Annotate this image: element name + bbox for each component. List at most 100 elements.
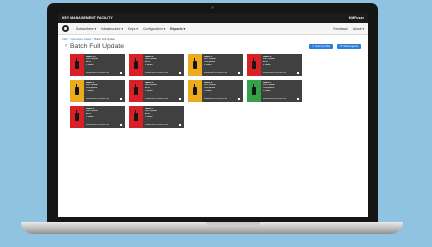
card-footer: 09/04/2018 10:18:41 PM <box>86 71 123 75</box>
radio-icon <box>75 58 79 69</box>
unit-card[interactable]: Radio 6 Full Update Error 1 failed 09/04/201… <box>70 106 125 128</box>
unit-detail: 1 failed <box>263 89 271 92</box>
status-indicator <box>188 80 202 102</box>
unit-card[interactable]: Radio 1 Full Update Completed 1 failed 09/04… <box>188 54 243 76</box>
radio-icon <box>193 58 197 69</box>
user-name[interactable]: KMFuser <box>349 16 364 20</box>
header-actions: ⚲View by Units ☰Show Agents <box>305 43 361 49</box>
breadcrumb-current: Batch Full Update <box>94 37 116 41</box>
card-footer: 09/04/2018 10:18:41 PM <box>145 123 182 127</box>
status-indicator <box>247 54 261 76</box>
nav-reports[interactable]: Reports ▾ <box>170 27 185 31</box>
details-icon[interactable] <box>296 71 300 75</box>
unit-card[interactable]: Radio 4 Full Update Completed 1 failed 09/04… <box>70 80 125 102</box>
radio-icon <box>193 84 197 95</box>
radio-icon <box>252 58 256 69</box>
show-agents-button[interactable]: ☰Show Agents <box>337 43 361 49</box>
nav-configuration[interactable]: Configuration ▾ <box>143 27 165 31</box>
status-indicator <box>129 54 143 76</box>
card-footer: 09/04/2018 10:18:41 PM <box>86 123 123 127</box>
unit-card[interactable]: Radio 8 Full Update Error 1 failed 09/04/201… <box>247 54 302 76</box>
app-screen: KEY MANAGEMENT FACILITY KMFuser Subscrib… <box>58 13 368 217</box>
radio-icon <box>134 58 138 69</box>
unit-detail: 1 failed <box>204 63 212 66</box>
details-icon[interactable] <box>178 123 182 127</box>
card-body: Radio 4 Full Update Completed 1 failed 09/04… <box>84 80 125 102</box>
unit-card-grid: Radio 15 Full Update Error 1 failed 09/04/20… <box>58 51 368 128</box>
card-body: Radio 3 Full Update Error 1 failed 09/04/201… <box>143 80 184 102</box>
nav-subscribers[interactable]: Subscribers ▾ <box>76 27 96 31</box>
card-body: Radio 2 Full Update Completed 1 failed 09/04… <box>202 80 243 102</box>
laptop-notch <box>206 222 260 225</box>
radio-icon <box>75 84 79 95</box>
radio-icon <box>134 84 138 95</box>
search-icon: ⚲ <box>312 44 315 48</box>
status-indicator <box>247 80 261 102</box>
radio-icon <box>252 84 256 95</box>
card-body: Radio 5 Full Update Completed 1 failed 09/04… <box>261 80 302 102</box>
radio-icon <box>134 110 138 121</box>
page-title: Batch Full Update <box>70 42 125 50</box>
card-body: Radio 8 Full Update Error 1 failed 09/04/201… <box>261 54 302 76</box>
card-footer: 09/04/2018 10:18:41 PM <box>86 97 123 101</box>
details-icon[interactable] <box>178 97 182 101</box>
page-header: ‹ Batch Full Update ⚲View by Units ☰Show… <box>58 41 368 51</box>
unit-date: 09/04/2018 10:18:41 PM <box>86 71 109 74</box>
status-indicator <box>70 106 84 128</box>
details-icon[interactable] <box>237 71 241 75</box>
app-title: KEY MANAGEMENT FACILITY <box>62 16 113 20</box>
unit-date: 09/04/2018 10:18:41 PM <box>145 97 168 100</box>
view-by-units-button[interactable]: ⚲View by Units <box>309 43 334 49</box>
unit-detail: 1 failed <box>86 89 94 92</box>
card-footer: 09/04/2018 10:18:41 PM <box>204 97 241 101</box>
unit-detail: 1 failed <box>145 115 153 118</box>
breadcrumb-separator: / <box>92 37 94 41</box>
back-arrow-icon[interactable]: ‹ <box>65 43 67 49</box>
unit-detail: 1 failed <box>263 63 271 66</box>
status-indicator <box>129 106 143 128</box>
details-icon[interactable] <box>237 97 241 101</box>
details-icon[interactable] <box>119 71 123 75</box>
card-footer: 09/04/2018 10:18:41 PM <box>145 71 182 75</box>
details-icon[interactable] <box>296 97 300 101</box>
unit-card[interactable]: Radio 15 Full Update Error 1 failed 09/04/20… <box>70 54 125 76</box>
unit-date: 09/04/2018 10:18:41 PM <box>86 123 109 126</box>
breadcrumb-operations-status[interactable]: Operations Status <box>71 38 92 41</box>
unit-detail: 1 failed <box>145 63 153 66</box>
unit-date: 09/04/2018 10:18:41 PM <box>145 123 168 126</box>
unit-detail: 1 failed <box>145 89 153 92</box>
details-icon[interactable] <box>119 123 123 127</box>
unit-card[interactable]: Radio 9 Full Update Error 1 failed 09/04/201… <box>129 54 184 76</box>
breadcrumb-kmf[interactable]: KMF <box>62 38 67 41</box>
unit-detail: 1 failed <box>86 63 94 66</box>
unit-card[interactable]: Radio 5 Full Update Completed 1 failed 09/04… <box>247 80 302 102</box>
details-icon[interactable] <box>119 97 123 101</box>
details-icon[interactable] <box>178 71 182 75</box>
card-body: Radio 7 Full Update Error 1 failed 09/04/201… <box>143 106 184 128</box>
unit-date: 09/04/2018 10:18:41 PM <box>204 97 227 100</box>
status-indicator <box>129 80 143 102</box>
unit-card[interactable]: Radio 7 Full Update Error 1 failed 09/04/201… <box>129 106 184 128</box>
unit-date: 09/04/2018 10:18:41 PM <box>145 71 168 74</box>
unit-card[interactable]: Radio 3 Full Update Error 1 failed 09/04/201… <box>129 80 184 102</box>
logo-icon[interactable] <box>62 25 69 32</box>
nav-keys[interactable]: Keys ▾ <box>128 27 138 31</box>
nav-right: Feedback About ▾ <box>328 27 364 31</box>
card-body: Radio 6 Full Update Error 1 failed 09/04/201… <box>84 106 125 128</box>
nav-about[interactable]: About ▾ <box>353 27 364 31</box>
unit-card[interactable]: Radio 2 Full Update Completed 1 failed 09/04… <box>188 80 243 102</box>
status-indicator <box>70 80 84 102</box>
laptop-base <box>21 222 403 234</box>
unit-date: 09/04/2018 10:18:41 PM <box>263 97 286 100</box>
card-body: Radio 1 Full Update Completed 1 failed 09/04… <box>202 54 243 76</box>
nav-infrastructure[interactable]: Infrastructure ▾ <box>101 27 123 31</box>
card-body: Radio 15 Full Update Error 1 failed 09/04/20… <box>84 54 125 76</box>
unit-date: 09/04/2018 10:18:41 PM <box>204 71 227 74</box>
radio-icon <box>75 110 79 121</box>
card-footer: 09/04/2018 10:18:41 PM <box>145 97 182 101</box>
unit-date: 09/04/2018 10:18:41 PM <box>263 71 286 74</box>
card-footer: 09/04/2018 10:18:41 PM <box>204 71 241 75</box>
nav-feedback[interactable]: Feedback <box>333 27 347 31</box>
breadcrumb-separator: / <box>68 37 70 41</box>
camera-icon <box>211 6 214 9</box>
